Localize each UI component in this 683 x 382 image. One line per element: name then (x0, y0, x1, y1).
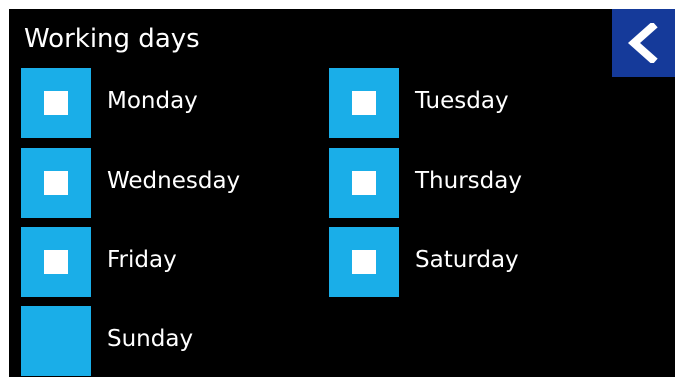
thursday-checkbox[interactable] (329, 148, 399, 218)
saturday-checkbox[interactable] (329, 227, 399, 297)
day-label: Saturday (415, 247, 519, 273)
day-label: Tuesday (415, 88, 509, 114)
check-mark (44, 250, 68, 274)
chevron-left-icon (627, 23, 658, 63)
check-mark (352, 250, 376, 274)
day-label: Friday (107, 247, 177, 273)
day-label: Thursday (415, 168, 522, 194)
wednesday-checkbox[interactable] (21, 148, 91, 218)
day-label: Monday (107, 88, 198, 114)
day-label: Wednesday (107, 168, 241, 194)
monday-checkbox[interactable] (21, 68, 91, 138)
check-mark (352, 171, 376, 195)
working-days-screen: Working days Monday Tuesday Wednesday Th… (9, 9, 675, 377)
friday-checkbox[interactable] (21, 227, 91, 297)
sunday-checkbox[interactable] (21, 306, 91, 376)
check-mark (352, 91, 376, 115)
back-button[interactable] (612, 9, 675, 77)
check-mark (44, 171, 68, 195)
tuesday-checkbox[interactable] (329, 68, 399, 138)
day-label: Sunday (107, 326, 194, 352)
page-title: Working days (24, 24, 200, 54)
check-mark (44, 91, 68, 115)
